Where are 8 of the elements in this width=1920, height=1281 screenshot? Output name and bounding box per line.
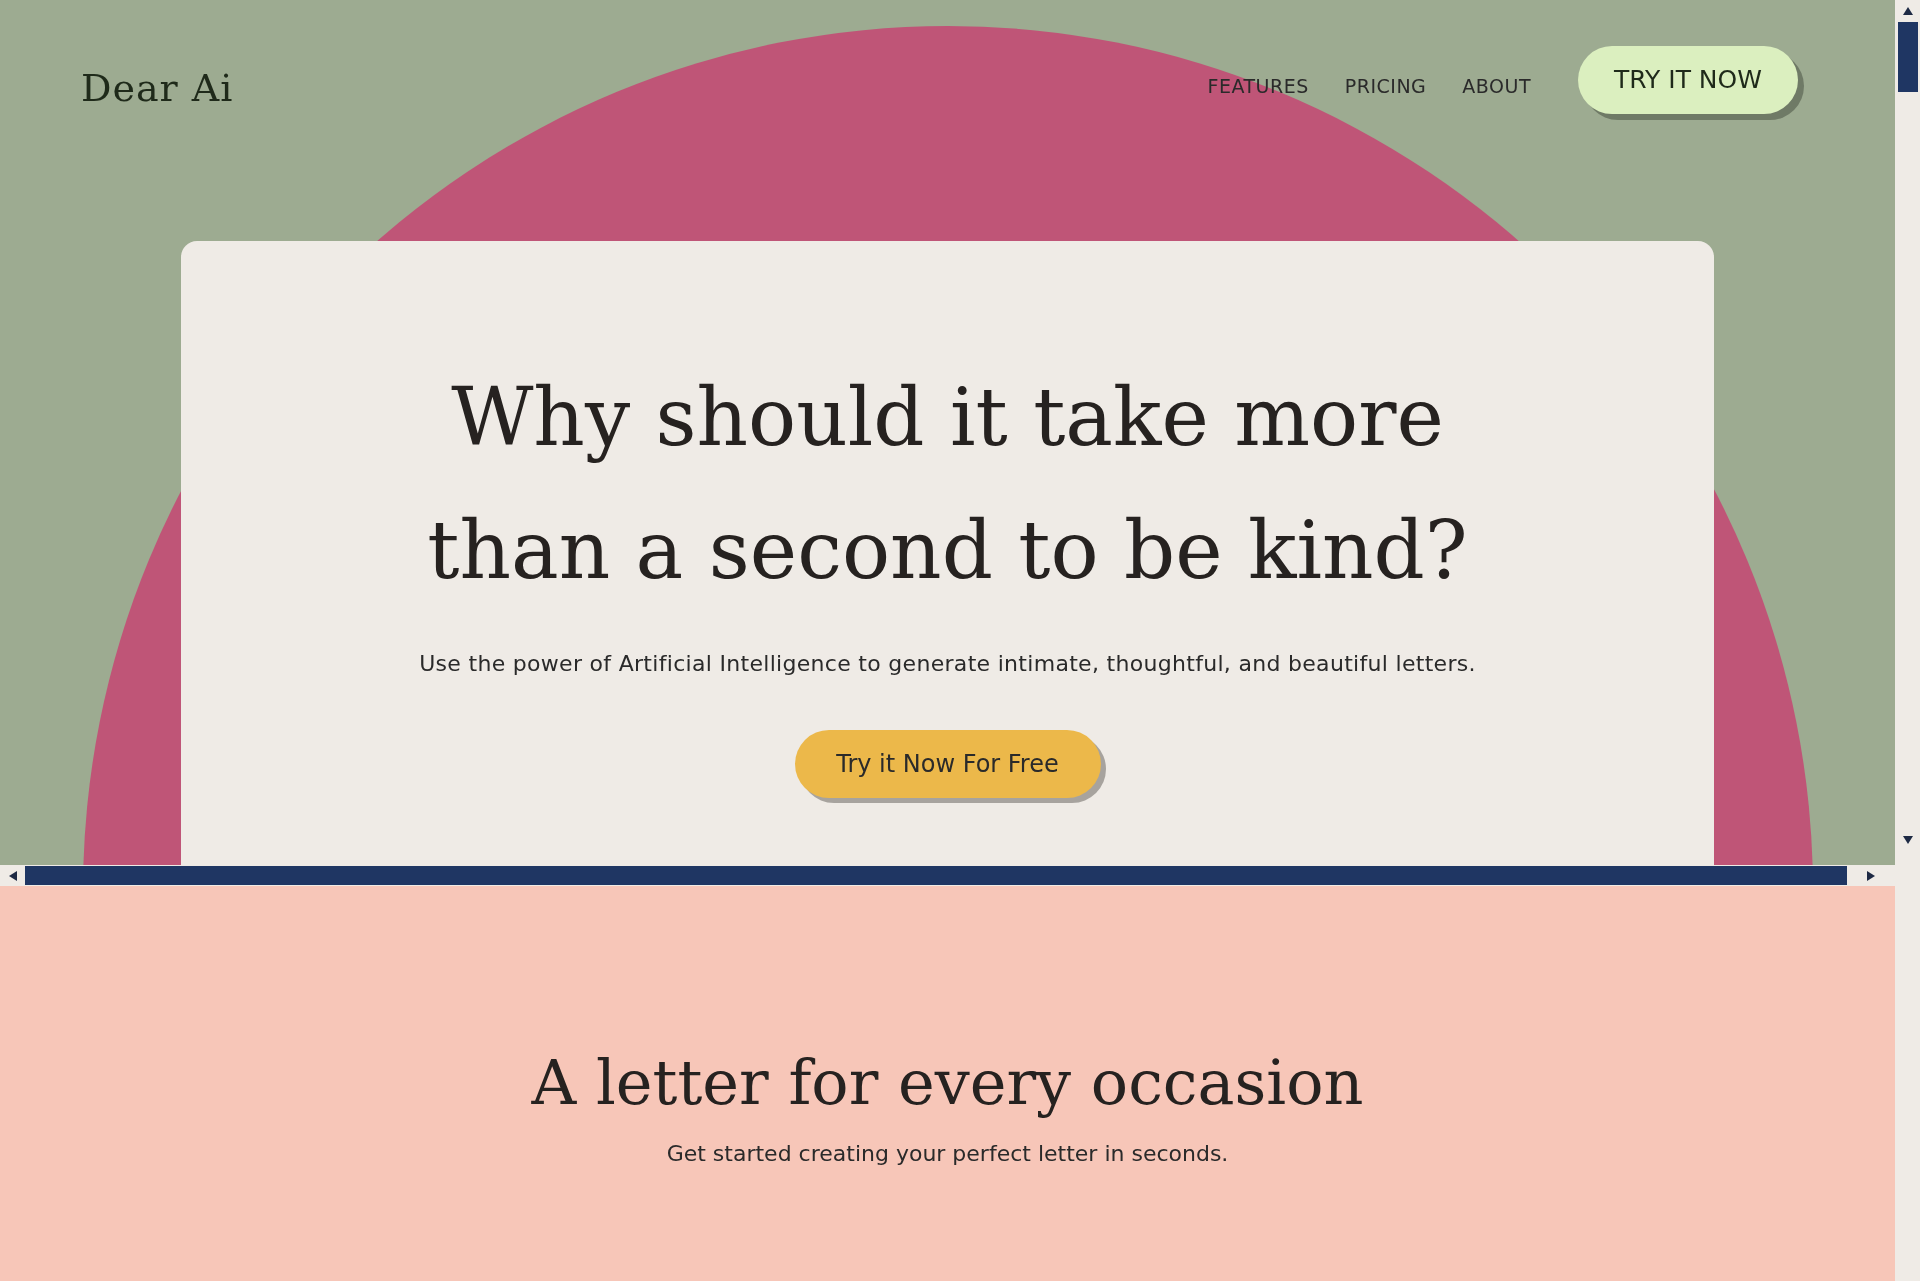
logo[interactable]: Dear Ai [81, 59, 234, 117]
scrollbar-thumb[interactable] [1897, 22, 1918, 92]
hero-heading: Why should it take more than a second to be kind? [427, 370, 1468, 599]
nav-link[interactable]: ABOUT [1459, 71, 1534, 101]
occasions-subtitle: Get started creating your perfect letter in seconds. [666, 1140, 1229, 1168]
hero-subtitle: Use the power of Artificial Intelligence to generate intimate, thoughtful, and beautiful letters. [419, 650, 1476, 678]
occasions-heading: A letter for every occasion [531, 1045, 1364, 1121]
nav-link[interactable]: PRICING [1341, 71, 1430, 101]
